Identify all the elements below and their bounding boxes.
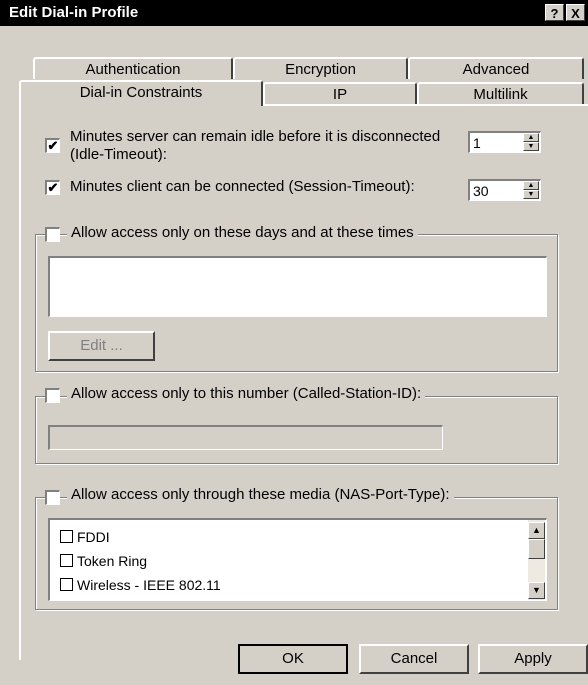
window-title: Edit Dial-in Profile (9, 4, 139, 21)
checkbox-icon[interactable] (60, 578, 73, 591)
idle-timeout-arrows[interactable]: ▲ ▼ (523, 133, 539, 152)
tab-encryption[interactable]: Encryption (233, 57, 408, 79)
list-item-token-ring[interactable]: Token Ring (60, 553, 147, 569)
session-timeout-spinner[interactable]: 30 ▲ ▼ (468, 179, 541, 201)
idle-timeout-value[interactable]: 1 (473, 135, 481, 151)
media-label: Allow access only through these media (N… (67, 486, 454, 503)
list-item-wireless[interactable]: Wireless - IEEE 802.11 (60, 577, 221, 593)
checkbox-icon[interactable] (60, 554, 73, 567)
list-item-label: FDDI (77, 529, 110, 545)
scroll-down-icon[interactable]: ▼ (528, 582, 545, 599)
idle-timeout-label-line1: Minutes server can remain idle before it… (70, 128, 441, 145)
idle-timeout-checkbox[interactable]: ✔ (45, 138, 60, 153)
session-timeout-label: Minutes client can be connected (Session… (70, 178, 415, 195)
title-bar: Edit Dial-in Profile ? X (0, 0, 588, 26)
media-scrollbar[interactable]: ▲ ▼ (528, 520, 545, 600)
scroll-up-icon[interactable]: ▲ (528, 522, 545, 539)
tab-multilink[interactable]: Multilink (417, 82, 584, 104)
cancel-button[interactable]: Cancel (359, 644, 469, 674)
idle-timeout-label-line2: (Idle-Timeout): (70, 146, 167, 163)
tab-dial-in-constraints[interactable]: Dial-in Constraints (19, 80, 263, 106)
close-button[interactable]: X (566, 4, 585, 21)
edit-button[interactable]: Edit ... (48, 331, 155, 361)
checkbox-icon[interactable] (60, 530, 73, 543)
session-timeout-checkbox[interactable]: ✔ (45, 180, 60, 195)
media-checkbox[interactable] (45, 490, 60, 505)
days-label: Allow access only on these days and at t… (67, 224, 418, 241)
days-checkbox[interactable] (45, 227, 60, 242)
spin-up-icon[interactable]: ▲ (523, 181, 539, 190)
tab-ip[interactable]: IP (263, 82, 417, 104)
media-list[interactable]: FDDI Token Ring Wireless - IEEE 802.11 ▲… (48, 518, 547, 601)
list-item-fddi[interactable]: FDDI (60, 529, 110, 545)
session-timeout-arrows[interactable]: ▲ ▼ (523, 181, 539, 200)
idle-timeout-spinner[interactable]: 1 ▲ ▼ (468, 131, 541, 153)
session-timeout-value[interactable]: 30 (473, 183, 489, 199)
spin-down-icon[interactable]: ▼ (523, 142, 539, 151)
number-input[interactable] (48, 425, 443, 450)
days-schedule-box (48, 256, 547, 317)
spin-down-icon[interactable]: ▼ (523, 190, 539, 199)
spin-up-icon[interactable]: ▲ (523, 133, 539, 142)
number-checkbox[interactable] (45, 388, 60, 403)
tab-advanced[interactable]: Advanced (408, 57, 584, 79)
scroll-thumb[interactable] (528, 539, 545, 559)
help-button[interactable]: ? (545, 4, 564, 21)
list-item-label: Wireless - IEEE 802.11 (77, 577, 221, 593)
list-item-label: Token Ring (77, 553, 148, 569)
ok-button[interactable]: OK (238, 644, 348, 674)
idle-timeout-label: Minutes server can remain idle before it… (70, 128, 441, 164)
apply-button[interactable]: Apply (478, 644, 588, 674)
tab-authentication[interactable]: Authentication (33, 57, 233, 79)
number-label: Allow access only to this number (Called… (67, 385, 426, 402)
